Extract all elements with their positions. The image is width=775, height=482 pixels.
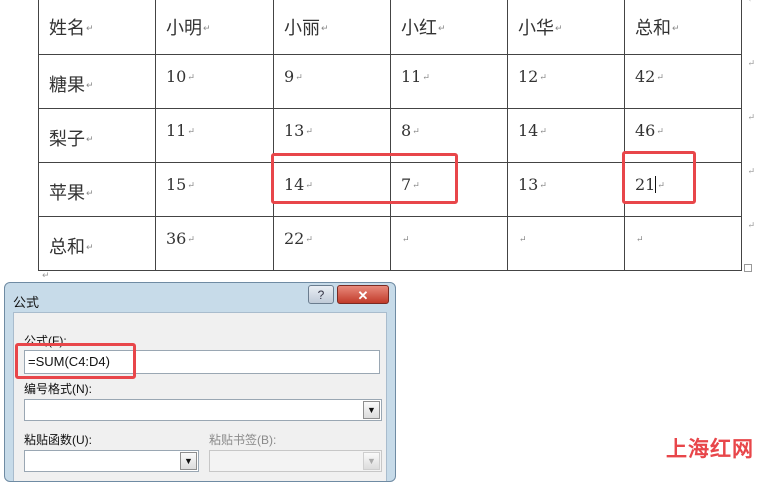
header-cell[interactable]: 小红↵ [390,0,508,55]
table-resize-handle[interactable] [744,264,752,272]
row-end-mark: ↵ [747,167,755,177]
table-row: 糖果↵ 10↵ 9↵ 11↵ 12↵ 42↵ ↵ [38,54,755,109]
row-end-mark: ↵ [747,59,755,69]
paste-bookmark-select: ▼ [209,450,382,472]
table-cell[interactable]: 42↵ ↵ [624,54,755,109]
table-cell[interactable]: 22↵ [273,216,391,271]
table-cell[interactable]: 9↵ [273,54,391,109]
table-cell[interactable]: 10↵ [155,54,274,109]
chevron-down-icon: ▼ [363,452,380,470]
row-end-mark: ↵ [747,113,755,123]
close-button[interactable]: ✕ [337,285,389,304]
number-format-select[interactable]: ▼ [24,399,382,421]
table-cell[interactable]: 11↵ [390,54,508,109]
header-cell[interactable]: 姓名↵ [38,0,156,55]
row-header-cell[interactable]: 糖果↵ [38,54,156,109]
paste-function-select[interactable]: ▼ [24,450,199,472]
header-cell[interactable]: 小丽↵ [273,0,391,55]
table-cell[interactable]: 15↵ [155,162,274,217]
highlight-box-formula [15,343,136,379]
table-cell[interactable]: ↵ ↵ [624,216,755,271]
row-header-cell[interactable]: 梨子↵ [38,108,156,163]
paste-function-label: 粘贴函数(U): [24,433,92,447]
highlight-box-c4-d4 [271,153,458,204]
row-header-cell[interactable]: 苹果↵ [38,162,156,217]
header-cell[interactable]: 小明↵ [155,0,274,55]
table-cell[interactable]: 12↵ [507,54,625,109]
dialog-title: 公式 [13,295,40,310]
table-cell[interactable]: 36↵ [155,216,274,271]
table-row: 总和↵ 36↵ 22↵ ↵ ↵ ↵ ↵ [38,216,755,271]
row-end-mark: ↵ [747,221,755,231]
number-format-label: 编号格式(N): [24,382,92,396]
row-end-mark: ↵ [747,0,755,5]
help-button[interactable]: ? [308,285,334,304]
watermark-logo: 上海红网 [666,437,754,461]
table-cell[interactable]: 13↵ [507,162,625,217]
header-cell[interactable]: 总和↵ ↵ [624,0,755,55]
table-cell[interactable]: 11↵ [155,108,274,163]
chevron-down-icon[interactable]: ▼ [363,401,380,419]
table-cell[interactable]: 14↵ [507,108,625,163]
dialog-body: 公式(F): =SUM(C4:D4) 编号格式(N): ▼ 粘贴函数(U): ▼… [13,312,387,481]
formula-dialog: 公式 ? ✕ 公式(F): =SUM(C4:D4) 编号格式(N): ▼ 粘贴函… [4,282,396,482]
chevron-down-icon[interactable]: ▼ [180,452,197,470]
word-table: 姓名↵ 小明↵ 小丽↵ 小红↵ 小华↵ 总和↵ ↵ 糖果↵ 10↵ 9↵ 11↵ … [38,0,755,271]
highlight-box-result-cell [622,151,696,204]
table-cell[interactable]: ↵ [390,216,508,271]
header-cell[interactable]: 小华↵ [507,0,625,55]
paste-bookmark-label: 粘贴书签(B): [209,433,277,447]
table-cell[interactable]: ↵ [507,216,625,271]
row-header-cell[interactable]: 总和↵ [38,216,156,271]
table-header-row: 姓名↵ 小明↵ 小丽↵ 小红↵ 小华↵ 总和↵ ↵ [38,0,755,55]
paragraph-mark: ↵ [42,271,50,281]
